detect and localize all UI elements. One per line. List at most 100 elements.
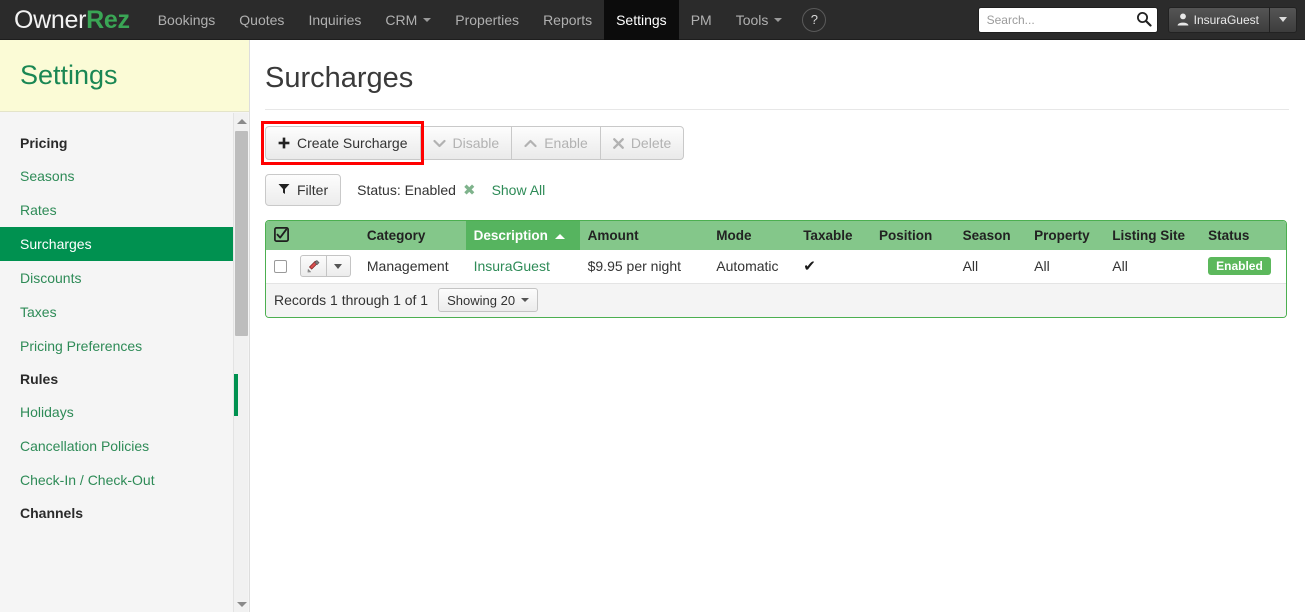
nav-items: Bookings Quotes Inquiries CRM Properties… (146, 0, 837, 40)
column-select-all[interactable] (266, 221, 359, 250)
select-all-checkbox-icon[interactable] (274, 226, 289, 245)
nav-label: Reports (543, 11, 593, 28)
search-input[interactable] (977, 6, 1158, 33)
sort-ascending-icon (554, 233, 565, 239)
cell-season: All (954, 250, 1027, 284)
sidebar-item-check-in-check-out[interactable]: Check-In / Check-Out (0, 463, 234, 497)
logo-text-rez: Rez (86, 5, 130, 34)
search-box (977, 6, 1158, 33)
nav-item-tools[interactable]: Tools (724, 0, 795, 40)
sidebar-section-channels: Channels (20, 505, 84, 521)
top-navbar: OwnerRez Bookings Quotes Inquiries CRM P… (0, 0, 1305, 40)
nav-item-quotes[interactable]: Quotes (227, 0, 296, 40)
button-label: Enable (544, 135, 588, 151)
chevron-down-icon (774, 17, 783, 22)
table-header-row: Category Description Amount Mode Taxable… (266, 221, 1286, 250)
sidebar-item-holidays[interactable]: Holidays (0, 395, 234, 429)
help-icon[interactable]: ? (802, 7, 827, 32)
active-item-edge-marker (234, 374, 238, 416)
footer-cell: Records 1 through 1 of 1 Showing 20 (266, 282, 1286, 317)
surcharges-table: Category Description Amount Mode Taxable… (266, 221, 1286, 317)
sidebar-scrollbar[interactable] (233, 113, 248, 612)
row-checkbox[interactable] (274, 259, 287, 273)
delete-button[interactable]: Delete (600, 126, 685, 160)
cell-status: Enabled (1200, 250, 1286, 284)
user-menu-button[interactable]: InsuraGuest (1167, 6, 1269, 33)
sidebar-item-surcharges[interactable]: Surcharges (0, 227, 234, 261)
scrollbar-thumb[interactable] (235, 131, 248, 336)
nav-label: Inquiries (308, 11, 362, 28)
row-actions-dropdown-caret[interactable] (326, 255, 351, 278)
nav-item-properties[interactable]: Properties (443, 0, 531, 40)
main-content: Surcharges Create Surcharge Disable Enab… (251, 40, 1305, 612)
action-button-group: Create Surcharge Disable Enable Delete (265, 126, 685, 160)
cell-description: InsuraGuest (465, 250, 580, 284)
nav-item-reports[interactable]: Reports (531, 0, 604, 40)
user-menu-caret[interactable] (1269, 6, 1297, 33)
chevron-down-icon (423, 17, 432, 22)
disable-button[interactable]: Disable (420, 126, 513, 160)
surcharge-link[interactable]: InsuraGuest (474, 258, 550, 274)
nav-label: Quotes (239, 11, 285, 28)
cell-amount: $9.95 per night (579, 250, 709, 284)
filter-button[interactable]: Filter (265, 174, 342, 206)
cell-listing-site: All (1104, 250, 1201, 284)
sidebar-item-cancellation-policies[interactable]: Cancellation Policies (0, 429, 234, 463)
sidebar-item-pricing-preferences[interactable]: Pricing Preferences (0, 329, 234, 363)
navbar-right: InsuraGuest (977, 6, 1305, 33)
column-header-property[interactable]: Property (1026, 221, 1105, 250)
surcharges-table-wrapper: Category Description Amount Mode Taxable… (265, 220, 1287, 318)
create-surcharge-button[interactable]: Create Surcharge (265, 126, 421, 160)
enable-button[interactable]: Enable (512, 126, 601, 160)
sidebar-nav-list: Pricing Seasons Rates Surcharges Discoun… (0, 113, 234, 612)
help-button-wrap: ? (794, 0, 836, 40)
funnel-icon (278, 182, 290, 198)
sidebar-section-rules: Rules (20, 371, 59, 387)
scroll-up-arrow-icon[interactable] (234, 113, 249, 129)
page-size-label: Showing 20 (447, 292, 516, 308)
status-badge: Enabled (1208, 257, 1271, 276)
show-all-link[interactable]: Show All (492, 182, 546, 198)
column-header-amount[interactable]: Amount (579, 221, 709, 250)
table-footer: Records 1 through 1 of 1 Showing 20 (266, 282, 1286, 317)
records-count-label: Records 1 through 1 of 1 (274, 292, 429, 309)
sidebar-header: Settings (0, 40, 249, 112)
scroll-down-arrow-icon[interactable] (234, 596, 249, 612)
cell-property: All (1026, 250, 1105, 284)
cell-position (871, 250, 955, 284)
button-label: Disable (452, 135, 500, 151)
button-label: Delete (630, 135, 672, 151)
row-edit-split-button (299, 255, 351, 278)
sidebar-title: Settings (20, 60, 118, 90)
page-size-dropdown[interactable]: Showing 20 (438, 288, 539, 313)
filter-status-label: Status: Enabled (357, 182, 456, 198)
nav-item-inquiries[interactable]: Inquiries (296, 0, 373, 40)
sidebar-item-seasons[interactable]: Seasons (0, 159, 234, 193)
nav-label: PM (690, 11, 712, 28)
column-header-mode[interactable]: Mode (708, 221, 796, 250)
chevron-down-icon (1279, 17, 1287, 22)
edit-pencil-icon[interactable] (299, 255, 327, 278)
column-header-season[interactable]: Season (954, 221, 1027, 250)
cell-category: Management (358, 250, 466, 284)
column-header-taxable[interactable]: Taxable (795, 221, 871, 250)
column-header-status[interactable]: Status (1200, 221, 1286, 250)
user-icon (1177, 13, 1189, 26)
sidebar-item-rates[interactable]: Rates (0, 193, 234, 227)
nav-item-crm[interactable]: CRM (373, 0, 443, 40)
chevron-down-icon (521, 298, 530, 303)
sidebar-item-taxes[interactable]: Taxes (0, 295, 234, 329)
column-header-position[interactable]: Position (871, 221, 955, 250)
column-header-description[interactable]: Description (465, 221, 580, 250)
logo-text-owner: Owner (14, 5, 87, 34)
nav-item-settings[interactable]: Settings (604, 0, 679, 40)
nav-item-pm[interactable]: PM (679, 0, 724, 40)
remove-filter-icon[interactable]: ✖ (463, 183, 476, 198)
column-header-category[interactable]: Category (358, 221, 466, 250)
cell-mode: Automatic (708, 250, 796, 284)
nav-item-bookings[interactable]: Bookings (146, 0, 228, 40)
column-header-listing-site[interactable]: Listing Site (1104, 221, 1201, 250)
sidebar-item-discounts[interactable]: Discounts (0, 261, 234, 295)
ownerrez-logo[interactable]: OwnerRez (0, 0, 146, 40)
button-label: Filter (297, 182, 329, 198)
